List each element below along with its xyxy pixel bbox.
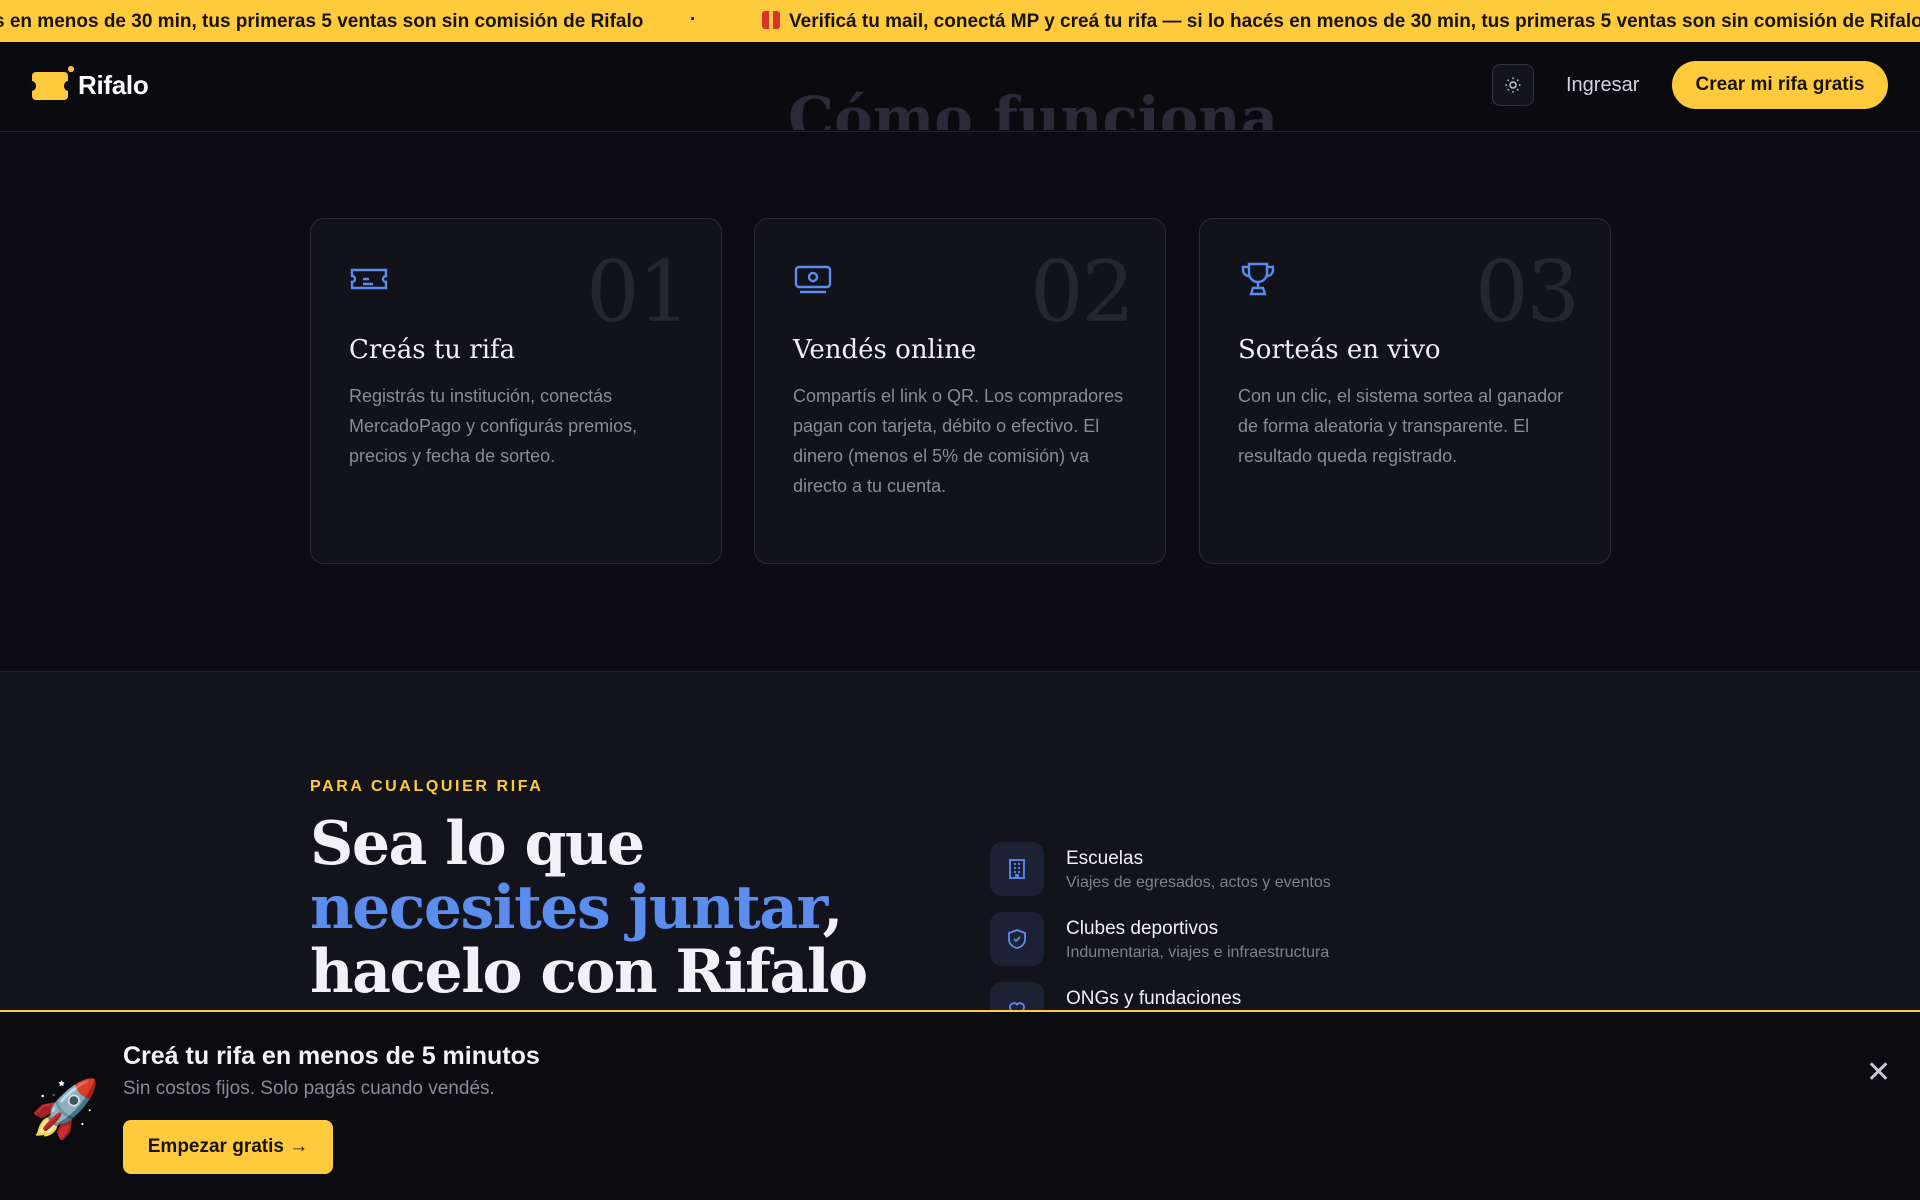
cash-icon	[794, 265, 832, 294]
how-it-works-section: 01 Creás tu rifa Registrás tu institució…	[0, 132, 1920, 672]
announcement-ticker: s en menos de 30 min, tus primeras 5 ven…	[0, 0, 1920, 42]
step-number: 01	[586, 243, 691, 341]
ticket-icon	[350, 268, 388, 290]
ticker-item: Verificá tu mail, conectá MP y creá tu r…	[762, 11, 1920, 33]
use-cases-section: PARA CUALQUIER RIFA Sea lo que necesites…	[0, 672, 1920, 1036]
use-case-description: Indumentaria, viajes e infraestructura	[1066, 944, 1330, 961]
use-case-name: ONGs y fundaciones	[1066, 988, 1242, 1009]
login-link[interactable]: Ingresar	[1566, 74, 1639, 97]
ticker-text: Verificá tu mail, conectá MP y creá tu r…	[789, 11, 1920, 32]
step-description: Con un clic, el sistema sortea al ganado…	[1238, 386, 1564, 466]
icon-box	[990, 912, 1044, 966]
step-title: Creás tu rifa	[349, 335, 516, 365]
theme-toggle-button[interactable]	[1492, 64, 1534, 106]
step-card: 03 Sorteás en vivo Con un clic, el siste…	[1199, 218, 1611, 564]
start-free-button[interactable]: Empezar gratis →	[123, 1120, 333, 1174]
gift-icon	[762, 11, 780, 29]
ticker-separator: ·	[690, 9, 697, 30]
brand-name: Rifalo	[78, 70, 149, 100]
promo-title: Creá tu rifa en menos de 5 minutos	[123, 1042, 540, 1070]
step-card: 02 Vendés online Compartís el link o QR.…	[754, 218, 1166, 564]
use-case-description: Viajes de egresados, actos y eventos	[1066, 874, 1331, 891]
ticket-logo-icon	[28, 65, 74, 100]
title-accent: necesites juntar	[310, 873, 824, 943]
step-number: 03	[1475, 243, 1580, 341]
brand-logo[interactable]: Rifalo	[28, 65, 149, 101]
use-case-name: Escuelas	[1066, 848, 1144, 869]
step-card: 01 Creás tu rifa Registrás tu institució…	[310, 218, 722, 564]
title-line: hacelo con Rifalo	[310, 937, 868, 1007]
building-icon	[1009, 859, 1025, 879]
rocket-icon: 🚀	[30, 1077, 100, 1140]
step-description: Compartís el link o QR. Los compradores …	[793, 386, 1124, 496]
title-comma: ,	[822, 873, 843, 943]
create-raffle-button[interactable]: Crear mi rifa gratis	[1672, 61, 1888, 109]
step-description: Registrás tu institución, conectás Merca…	[349, 386, 638, 466]
title-line: Sea lo que	[310, 809, 645, 879]
step-title: Sorteás en vivo	[1238, 335, 1441, 365]
icon-box	[990, 842, 1044, 896]
section-eyebrow: PARA CUALQUIER RIFA	[310, 778, 544, 795]
sun-icon	[1505, 77, 1521, 93]
step-title: Vendés online	[793, 335, 977, 365]
step-number: 02	[1030, 243, 1135, 341]
close-icon[interactable]: ✕	[1866, 1058, 1891, 1088]
promo-subtitle: Sin costos fijos. Solo pagás cuando vend…	[123, 1078, 495, 1099]
trophy-icon	[1241, 262, 1275, 296]
promo-banner: 🚀 Creá tu rifa en menos de 5 minutos Sin…	[0, 1010, 1920, 1200]
top-navbar: Rifalo Ingresar Crear mi rifa gratis	[0, 42, 1920, 132]
use-cases-title: Sea lo que necesites juntar, hacelo con …	[310, 809, 868, 1007]
ticker-text: s en menos de 30 min, tus primeras 5 ven…	[0, 11, 644, 32]
shield-icon	[1008, 929, 1026, 949]
use-case-name: Clubes deportivos	[1066, 918, 1219, 939]
